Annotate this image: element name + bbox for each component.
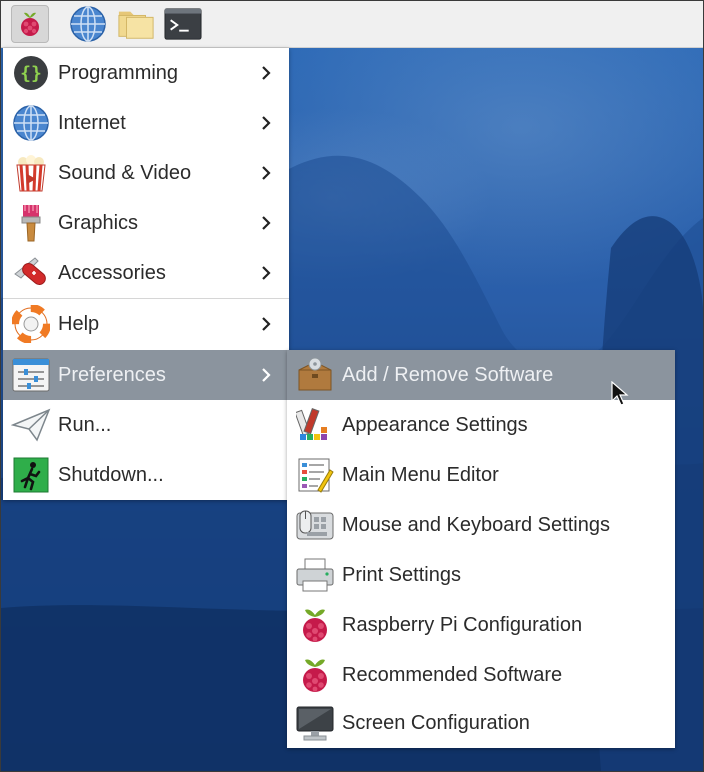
menu-item-label: Accessories	[58, 261, 166, 284]
monitor-icon	[296, 706, 334, 741]
submenu-item-label: Raspberry Pi Configuration	[342, 613, 583, 636]
palette-icon	[296, 408, 327, 440]
submenu-item-mouse-keyboard[interactable]: Mouse and Keyboard Settings	[287, 500, 675, 550]
raspberry-icon	[303, 609, 327, 642]
menu-item-label: Shutdown...	[58, 463, 164, 486]
printer-icon	[296, 558, 334, 592]
chevron-right-icon	[262, 116, 271, 130]
paintbrush-icon	[21, 205, 41, 242]
terminal-launcher[interactable]	[164, 5, 202, 43]
menu-button[interactable]	[11, 5, 49, 43]
pocket-knife-icon	[14, 257, 46, 285]
terminal-icon	[164, 8, 202, 40]
browser-launcher[interactable]	[69, 5, 107, 43]
chevron-right-icon	[262, 368, 271, 382]
submenu-item-label: Print Settings	[342, 563, 461, 586]
submenu-item-label: Appearance Settings	[342, 413, 528, 436]
submenu-item-screen-configuration[interactable]: Screen Configuration	[287, 698, 675, 748]
paper-plane-icon	[11, 408, 51, 442]
exit-icon	[13, 457, 49, 493]
menu-item-help[interactable]: Help	[3, 299, 289, 349]
popcorn-icon	[16, 155, 46, 192]
submenu-item-recommended-software[interactable]: Recommended Software	[287, 650, 675, 700]
chevron-right-icon	[262, 317, 271, 331]
taskbar	[1, 1, 703, 48]
menu-item-programming[interactable]: {} Programming	[3, 48, 289, 98]
package-icon	[298, 357, 332, 391]
globe-icon	[13, 105, 49, 141]
globe-icon	[70, 6, 106, 42]
chevron-right-icon	[262, 66, 271, 80]
main-menu: {} Programming Internet Sound & Video Gr…	[3, 48, 289, 500]
menu-item-preferences[interactable]: Preferences	[3, 350, 289, 400]
submenu-item-print-settings[interactable]: Print Settings	[287, 550, 675, 600]
braces-icon: {}	[14, 56, 48, 90]
submenu-item-label: Screen Configuration	[342, 711, 530, 734]
submenu-item-raspberry-pi-configuration[interactable]: Raspberry Pi Configuration	[287, 600, 675, 650]
submenu-item-label: Recommended Software	[342, 663, 563, 686]
menu-item-sound-video[interactable]: Sound & Video	[3, 148, 289, 198]
chevron-right-icon	[262, 216, 271, 230]
chevron-right-icon	[262, 266, 271, 280]
lifebuoy-icon	[12, 305, 50, 343]
sliders-icon	[12, 358, 50, 392]
menu-item-label: Graphics	[58, 211, 139, 234]
menu-item-graphics[interactable]: Graphics	[3, 198, 289, 248]
menu-editor-icon	[298, 458, 334, 493]
menu-item-accessories[interactable]: Accessories	[3, 248, 289, 298]
mouse-cursor-icon	[611, 381, 629, 406]
raspberry-icon	[21, 12, 39, 36]
menu-item-internet[interactable]: Internet	[3, 98, 289, 148]
chevron-right-icon	[262, 166, 271, 180]
screen: {} Programming Internet Sound & Video Gr…	[0, 0, 704, 772]
menu-item-label: Internet	[58, 111, 126, 134]
submenu-item-main-menu-editor[interactable]: Main Menu Editor	[287, 450, 675, 500]
preferences-submenu: Add / Remove Software Appearance Setting…	[287, 350, 675, 748]
menu-item-label: Programming	[58, 61, 179, 84]
file-manager-launcher[interactable]	[117, 5, 155, 43]
folder-icon	[118, 11, 154, 39]
submenu-item-appearance-settings[interactable]: Appearance Settings	[287, 400, 675, 450]
menu-item-label: Sound & Video	[58, 161, 192, 184]
svg-text:{}: {}	[20, 63, 42, 84]
mouse-keyboard-icon	[296, 510, 334, 540]
raspberry-icon	[303, 659, 327, 692]
menu-item-label: Help	[58, 312, 100, 335]
menu-item-label: Run...	[58, 413, 112, 436]
menu-item-run[interactable]: Run...	[3, 400, 289, 450]
submenu-item-label: Add / Remove Software	[342, 363, 554, 386]
menu-item-shutdown[interactable]: Shutdown...	[3, 450, 289, 500]
submenu-item-label: Mouse and Keyboard Settings	[342, 513, 610, 536]
submenu-item-label: Main Menu Editor	[342, 463, 499, 486]
menu-item-label: Preferences	[58, 363, 166, 386]
